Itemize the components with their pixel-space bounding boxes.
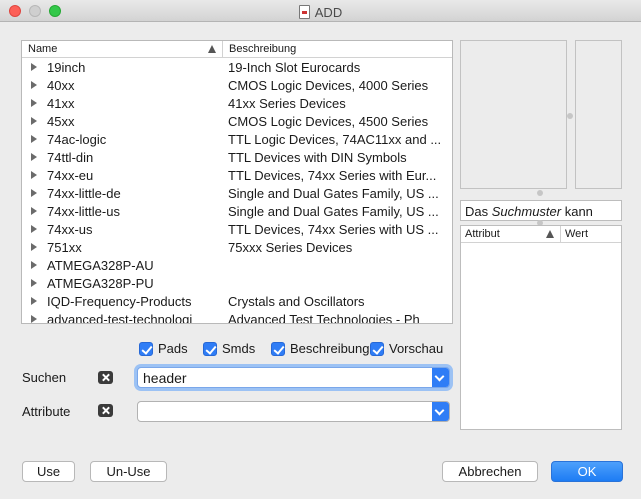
list-row[interactable]: 19inch 19-Inch Slot Eurocards bbox=[22, 58, 452, 76]
pads-checkbox[interactable]: Pads bbox=[139, 341, 188, 356]
disclosure-triangle-icon[interactable] bbox=[31, 279, 37, 287]
disclosure-triangle-icon[interactable] bbox=[31, 243, 37, 251]
smds-checkbox[interactable]: Smds bbox=[203, 341, 255, 356]
checkbox-checked-icon bbox=[139, 341, 153, 356]
disclosure-triangle-icon[interactable] bbox=[31, 171, 37, 179]
library-description: CMOS Logic Devices, 4500 Series bbox=[228, 113, 429, 129]
library-description: 41xx Series Devices bbox=[228, 95, 346, 111]
list-row[interactable]: IQD-Frequency-Products Crystals and Oscil… bbox=[22, 292, 452, 310]
search-hint-field: Das Suchmuster kann bbox=[460, 200, 622, 221]
list-row[interactable]: 74ttl-din TTL Devices with DIN Symbols bbox=[22, 148, 452, 166]
library-name: 74xx-little-us bbox=[47, 203, 120, 219]
checkbox-checked-icon bbox=[370, 341, 384, 356]
list-row[interactable]: advanced-test-technologi Advanced Test Te… bbox=[22, 310, 452, 324]
chevron-down-icon[interactable] bbox=[432, 402, 449, 421]
use-button[interactable]: Use bbox=[22, 461, 75, 482]
library-description: TTL Logic Devices, 74AC11xx and ... bbox=[228, 131, 442, 147]
attributes-header: Attribut Wert bbox=[461, 226, 621, 243]
disclosure-triangle-icon[interactable] bbox=[31, 99, 37, 107]
library-name: 40xx bbox=[47, 77, 75, 93]
beschreibung-checkbox[interactable]: Beschreibung bbox=[271, 341, 370, 356]
library-name: 74ttl-din bbox=[47, 149, 94, 165]
disclosure-triangle-icon[interactable] bbox=[31, 297, 37, 305]
window-title: ADD bbox=[314, 5, 343, 20]
disclosure-triangle-icon[interactable] bbox=[31, 261, 37, 269]
disclosure-triangle-icon[interactable] bbox=[31, 225, 37, 233]
library-name: 751xx bbox=[47, 239, 82, 255]
package-preview-pane bbox=[575, 40, 622, 189]
title-bar: ADD bbox=[0, 0, 641, 22]
disclosure-triangle-icon[interactable] bbox=[31, 207, 37, 215]
library-description: Crystals and Oscillators bbox=[228, 293, 365, 309]
attribute-label: Attribute bbox=[22, 404, 71, 419]
search-combobox[interactable]: header bbox=[137, 367, 450, 388]
symbol-preview-pane bbox=[460, 40, 567, 189]
splitter-handle-vertical[interactable] bbox=[567, 113, 573, 119]
library-name: 41xx bbox=[47, 95, 75, 111]
library-description: 75xxx Series Devices bbox=[228, 239, 353, 255]
disclosure-triangle-icon[interactable] bbox=[31, 135, 37, 143]
list-row[interactable]: ATMEGA328P-PU bbox=[22, 274, 452, 292]
sort-ascending-icon bbox=[546, 230, 554, 238]
attribute-combobox[interactable] bbox=[137, 401, 450, 422]
library-name: 19inch bbox=[47, 59, 86, 75]
library-name: 74xx-eu bbox=[47, 167, 94, 183]
disclosure-triangle-icon[interactable] bbox=[31, 153, 37, 161]
library-description: Advanced Test Technologies - Ph bbox=[228, 311, 420, 324]
library-name: 45xx bbox=[47, 113, 75, 129]
list-row[interactable]: ATMEGA328P-AU bbox=[22, 256, 452, 274]
list-row[interactable]: 40xx CMOS Logic Devices, 4000 Series bbox=[22, 76, 452, 94]
sort-ascending-icon bbox=[208, 45, 216, 53]
column-header-description[interactable]: Beschreibung bbox=[223, 41, 452, 57]
list-row[interactable]: 74xx-little-us Single and Dual Gates Fami… bbox=[22, 202, 452, 220]
document-icon bbox=[298, 5, 310, 19]
list-row[interactable]: 74ac-logic TTL Logic Devices, 74AC11xx an… bbox=[22, 130, 452, 148]
disclosure-triangle-icon[interactable] bbox=[31, 63, 37, 71]
library-name: 74xx-little-de bbox=[47, 185, 121, 201]
library-list[interactable]: Name Beschreibung 19inch 19-Inch Slot Eur… bbox=[21, 40, 453, 324]
chevron-down-icon[interactable] bbox=[432, 368, 449, 387]
library-name: ATMEGA328P-PU bbox=[47, 275, 154, 291]
list-row[interactable]: 41xx 41xx Series Devices bbox=[22, 94, 452, 112]
list-row[interactable]: 74xx-eu TTL Devices, 74xx Series with Eur… bbox=[22, 166, 452, 184]
library-description: 19-Inch Slot Eurocards bbox=[228, 59, 361, 75]
list-row[interactable]: 45xx CMOS Logic Devices, 4500 Series bbox=[22, 112, 452, 130]
column-header-wert[interactable]: Wert bbox=[561, 226, 621, 242]
disclosure-triangle-icon[interactable] bbox=[31, 81, 37, 89]
cancel-button[interactable]: Abbrechen bbox=[442, 461, 538, 482]
disclosure-triangle-icon[interactable] bbox=[31, 117, 37, 125]
library-name: 74xx-us bbox=[47, 221, 93, 237]
library-name: IQD-Frequency-Products bbox=[47, 293, 192, 309]
ok-button[interactable]: OK bbox=[551, 461, 623, 482]
search-input[interactable]: header bbox=[143, 370, 187, 386]
library-description: CMOS Logic Devices, 4000 Series bbox=[228, 77, 429, 93]
clear-search-icon[interactable] bbox=[98, 371, 113, 384]
list-row[interactable]: 74xx-little-de Single and Dual Gates Fami… bbox=[22, 184, 452, 202]
library-description: Single and Dual Gates Family, US ... bbox=[228, 185, 439, 201]
unuse-button[interactable]: Un-Use bbox=[90, 461, 167, 482]
library-description: TTL Devices with DIN Symbols bbox=[228, 149, 407, 165]
splitter-handle-horizontal[interactable] bbox=[537, 190, 543, 196]
column-header-attribut[interactable]: Attribut bbox=[461, 226, 561, 242]
disclosure-triangle-icon[interactable] bbox=[31, 315, 37, 323]
vorschau-checkbox[interactable]: Vorschau bbox=[370, 341, 443, 356]
library-description: TTL Devices, 74xx Series with Eur... bbox=[228, 167, 437, 183]
list-header: Name Beschreibung bbox=[22, 41, 452, 58]
column-header-name[interactable]: Name bbox=[22, 41, 223, 57]
library-description: TTL Devices, 74xx Series with US ... bbox=[228, 221, 439, 237]
search-label: Suchen bbox=[22, 370, 67, 385]
library-name: 74ac-logic bbox=[47, 131, 107, 147]
library-description: Single and Dual Gates Family, US ... bbox=[228, 203, 439, 219]
window-title-area: ADD bbox=[0, 3, 641, 20]
checkbox-checked-icon bbox=[271, 341, 285, 356]
attributes-table[interactable]: Attribut Wert bbox=[460, 225, 622, 430]
list-rows: 19inch 19-Inch Slot Eurocards 40xx CMOS Log… bbox=[22, 58, 452, 324]
clear-attribute-icon[interactable] bbox=[98, 404, 113, 417]
list-row[interactable]: 751xx 75xxx Series Devices bbox=[22, 238, 452, 256]
list-row[interactable]: 74xx-us TTL Devices, 74xx Series with US … bbox=[22, 220, 452, 238]
checkbox-checked-icon bbox=[203, 341, 217, 356]
library-name: ATMEGA328P-AU bbox=[47, 257, 154, 273]
library-name: advanced-test-technologi bbox=[47, 311, 193, 324]
disclosure-triangle-icon[interactable] bbox=[31, 189, 37, 197]
